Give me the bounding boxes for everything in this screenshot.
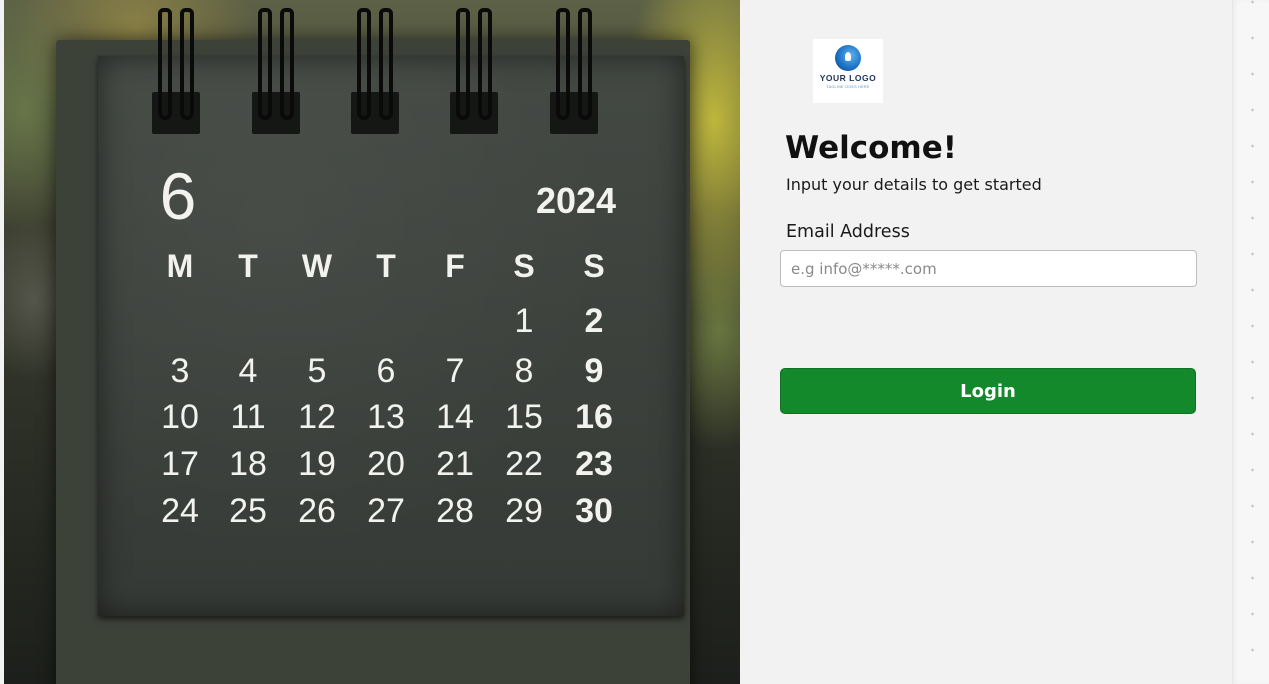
company-logo: YOUR LOGO TAGLINE GOES HERE (813, 39, 883, 103)
calendar-day: 10 (161, 398, 199, 436)
calendar-weekday-header: M (166, 248, 194, 284)
calendar-weekday-header: F (445, 248, 465, 284)
page-title: Welcome! (785, 130, 957, 166)
binder-ring (550, 8, 598, 134)
calendar-day: 29 (505, 492, 543, 530)
binder-ring (450, 8, 498, 134)
calendar-day: 20 (367, 445, 405, 483)
binder-ring (152, 8, 200, 134)
email-label: Email Address (786, 222, 910, 242)
calendar-day: 18 (229, 445, 267, 483)
calendar-day: 12 (298, 398, 336, 436)
calendar-weekday-header: W (301, 248, 333, 284)
calendar-day: 7 (445, 352, 465, 390)
page-subtitle: Input your details to get started (786, 175, 1042, 194)
logo-tagline: TAGLINE GOES HERE (826, 85, 870, 89)
calendar-day: 8 (514, 352, 534, 390)
calendar-day: 23 (575, 445, 613, 483)
email-field[interactable] (780, 250, 1197, 287)
calendar-day: 26 (298, 492, 336, 530)
calendar-day: 6 (376, 352, 396, 390)
hero-calendar-photo: 6 2024 M T W T F S S 1 2 3 4 5 6 7 8 9 10 11 12 13 14 15 16 17 1… (4, 0, 740, 684)
logo-icon (835, 45, 861, 71)
calendar-day: 19 (298, 445, 336, 483)
calendar-weekday-header: T (376, 248, 396, 284)
calendar-year: 2024 (535, 180, 617, 221)
calendar-weekday-header: S (513, 248, 535, 284)
login-button[interactable]: Login (780, 368, 1196, 414)
calendar-day: 1 (514, 302, 534, 340)
calendar-day: 3 (170, 352, 190, 390)
binder-ring (351, 8, 399, 134)
calendar-day: 27 (367, 492, 405, 530)
calendar-day: 24 (161, 492, 199, 530)
calendar-day: 16 (575, 398, 613, 436)
calendar-day: 5 (307, 352, 327, 390)
calendar-day: 17 (161, 445, 199, 483)
logo-text: YOUR LOGO (819, 73, 877, 83)
calendar-day: 21 (436, 445, 474, 483)
calendar-day: 14 (436, 398, 474, 436)
calendar-day: 11 (230, 398, 266, 436)
calendar-day: 25 (229, 492, 267, 530)
scrollbar-track[interactable] (1232, 0, 1269, 684)
binder-ring (252, 8, 300, 134)
calendar-day: 30 (575, 492, 613, 530)
calendar-day: 9 (584, 352, 604, 390)
calendar-weekday-header: S (583, 248, 605, 284)
calendar-day: 28 (436, 492, 474, 530)
calendar-day: 15 (505, 398, 543, 436)
calendar-weekday-header: T (238, 248, 258, 284)
calendar-month-number: 6 (159, 159, 197, 233)
calendar-day: 2 (584, 302, 604, 340)
calendar-day: 22 (505, 445, 543, 483)
calendar-day: 4 (238, 352, 258, 390)
calendar-day: 13 (367, 398, 405, 436)
